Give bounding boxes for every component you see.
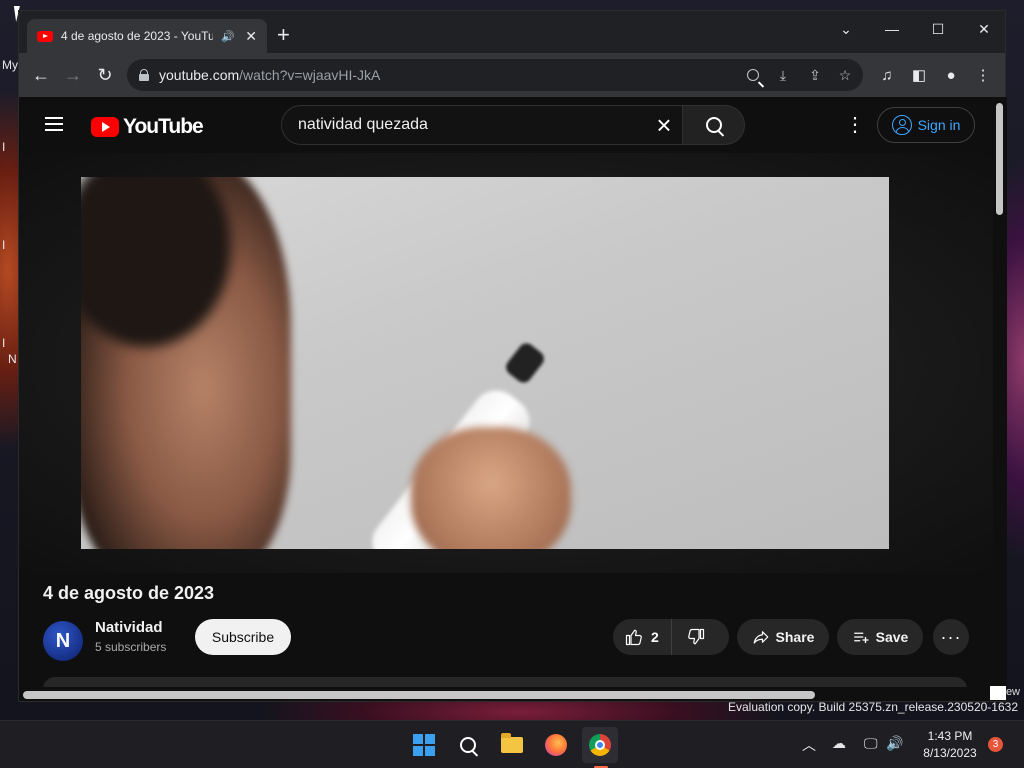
sign-in-button[interactable]: Sign in — [877, 107, 975, 143]
url-host: youtube.com — [159, 67, 240, 83]
clock-date[interactable]: 8/13/2023 — [900, 746, 1000, 760]
firefox-icon — [545, 734, 567, 756]
owner-row: N Natividad 5 subscribers Subscribe 2 Sh… — [43, 619, 973, 661]
save-label: Save — [875, 629, 909, 645]
horizontal-scrollbar[interactable] — [19, 687, 993, 701]
save-button[interactable]: Save — [837, 619, 923, 655]
forward-arrow-icon[interactable]: → — [59, 61, 87, 89]
share-arrow-icon — [753, 631, 768, 644]
back-arrow-icon[interactable]: ← — [27, 61, 55, 89]
chevron-up-icon[interactable]: ︿ — [802, 735, 816, 755]
media-controls-icon[interactable]: ♫ — [873, 61, 901, 89]
notification-badge[interactable]: 3 — [988, 737, 1003, 752]
firefox-button[interactable] — [538, 727, 574, 763]
close-tab-icon[interactable]: ✕ — [245, 28, 257, 45]
like-count: 2 — [651, 629, 659, 645]
video-title: 4 de agosto de 2023 — [43, 583, 215, 603]
search-button[interactable] — [683, 105, 745, 145]
settings-menu-icon[interactable]: ⋮ — [845, 115, 865, 135]
more-actions-button[interactable]: ··· — [933, 619, 969, 655]
file-explorer-button[interactable] — [494, 727, 530, 763]
watermark-fragment: ew — [1005, 686, 1020, 698]
description-box[interactable] — [43, 677, 967, 687]
bookmark-star-icon[interactable]: ☆ — [835, 65, 855, 85]
browser-menu-icon[interactable]: ⋮ — [969, 61, 997, 89]
lock-icon[interactable] — [139, 69, 149, 81]
taskbar: ︿ ☁ 🖵 🔊 1:43 PM 8/13/2023 3 — [0, 720, 1024, 768]
video-frame-bottle-cap — [502, 340, 548, 386]
browser-tab[interactable]: 4 de agosto de 2023 - YouTube 🔊 ✕ — [27, 19, 267, 53]
speaker-icon[interactable]: 🔊 — [221, 30, 235, 43]
subscriber-count: 5 subscribers — [95, 640, 167, 654]
search-query: natividad quezada — [298, 116, 428, 133]
maximize-icon[interactable]: ☐ — [915, 15, 961, 43]
install-app-icon[interactable]: ⤓ — [773, 65, 793, 85]
minimize-icon[interactable]: — — [869, 15, 915, 43]
reload-icon[interactable]: ↻ — [91, 61, 119, 89]
youtube-page: YouTube natividad quezada × ⋮ Sign in 4 … — [19, 97, 993, 687]
desktop-icon-label[interactable]: I — [2, 336, 5, 350]
account-icon — [891, 115, 912, 135]
watermark-box — [990, 686, 1006, 700]
dislike-button[interactable] — [672, 619, 720, 655]
vertical-scrollbar[interactable] — [993, 97, 1007, 687]
side-panel-icon[interactable]: ◧ — [905, 61, 933, 89]
video-frame-hand — [411, 427, 571, 549]
channel-name[interactable]: Natividad — [95, 619, 163, 636]
address-bar[interactable]: youtube.com/watch?v=wjaavHI-JkA ⤓ ⇪ ☆ — [127, 59, 863, 91]
thumbs-down-icon — [687, 628, 704, 645]
search-icon — [460, 737, 476, 753]
share-label: Share — [775, 629, 815, 645]
search-input[interactable]: natividad quezada × — [281, 105, 683, 145]
sign-in-label: Sign in — [917, 117, 961, 133]
chrome-button[interactable] — [582, 727, 618, 763]
folder-icon — [501, 733, 523, 753]
thumbs-up-icon — [625, 629, 642, 646]
clear-search-icon[interactable]: × — [650, 112, 678, 140]
like-button[interactable]: 2 — [613, 619, 672, 655]
tab-search-icon[interactable]: ⌄ — [823, 15, 869, 43]
youtube-masthead: YouTube natividad quezada × ⋮ Sign in — [19, 97, 993, 153]
desktop-icon-label[interactable]: My — [2, 58, 18, 72]
channel-avatar[interactable]: N — [43, 621, 83, 661]
browser-toolbar: ← → ↻ youtube.com/watch?v=wjaavHI-JkA ⤓ … — [19, 53, 1005, 97]
taskbar-search-button[interactable] — [450, 727, 486, 763]
url-path: /watch?v=wjaavHI-JkA — [239, 67, 381, 83]
subscribe-button[interactable]: Subscribe — [195, 619, 291, 655]
start-button[interactable] — [406, 727, 442, 763]
desktop-icon-label[interactable]: I — [2, 140, 5, 154]
horizontal-scrollbar-thumb[interactable] — [23, 691, 815, 699]
tab-title: 4 de agosto de 2023 - YouTube — [61, 29, 213, 43]
share-button[interactable]: Share — [737, 619, 829, 655]
desktop-icon-label[interactable]: N — [8, 352, 17, 366]
search-icon[interactable] — [743, 65, 763, 85]
playlist-add-icon — [853, 632, 869, 643]
desktop-icon-label[interactable]: I — [2, 238, 5, 252]
browser-window: 4 de agosto de 2023 - YouTube 🔊 ✕ + ⌄ — … — [18, 10, 1007, 702]
video-player[interactable] — [81, 177, 889, 549]
youtube-logo[interactable]: YouTube — [91, 115, 204, 139]
evaluation-watermark: Evaluation copy. Build 25375.zn_release.… — [728, 700, 1018, 714]
youtube-play-logo-icon — [91, 117, 119, 137]
network-icon[interactable]: 🖵 — [864, 735, 878, 752]
profile-icon[interactable]: ● — [937, 61, 965, 89]
youtube-logo-text: YouTube — [123, 115, 204, 138]
share-page-icon[interactable]: ⇪ — [805, 65, 825, 85]
new-tab-button[interactable]: + — [277, 23, 290, 47]
hamburger-menu-icon[interactable] — [45, 117, 63, 131]
like-dislike-group: 2 — [613, 619, 729, 655]
video-area — [19, 153, 993, 573]
clock-time[interactable]: 1:43 PM — [900, 729, 1000, 743]
windows-start-icon — [413, 734, 435, 756]
vertical-scrollbar-thumb[interactable] — [996, 103, 1003, 215]
search-icon — [705, 117, 722, 133]
youtube-favicon-icon — [37, 30, 53, 42]
chrome-icon — [589, 734, 611, 756]
tab-strip: 4 de agosto de 2023 - YouTube 🔊 ✕ + ⌄ — … — [19, 11, 1005, 53]
close-window-icon[interactable]: ✕ — [961, 15, 1007, 43]
onedrive-cloud-icon[interactable]: ☁ — [832, 735, 846, 752]
